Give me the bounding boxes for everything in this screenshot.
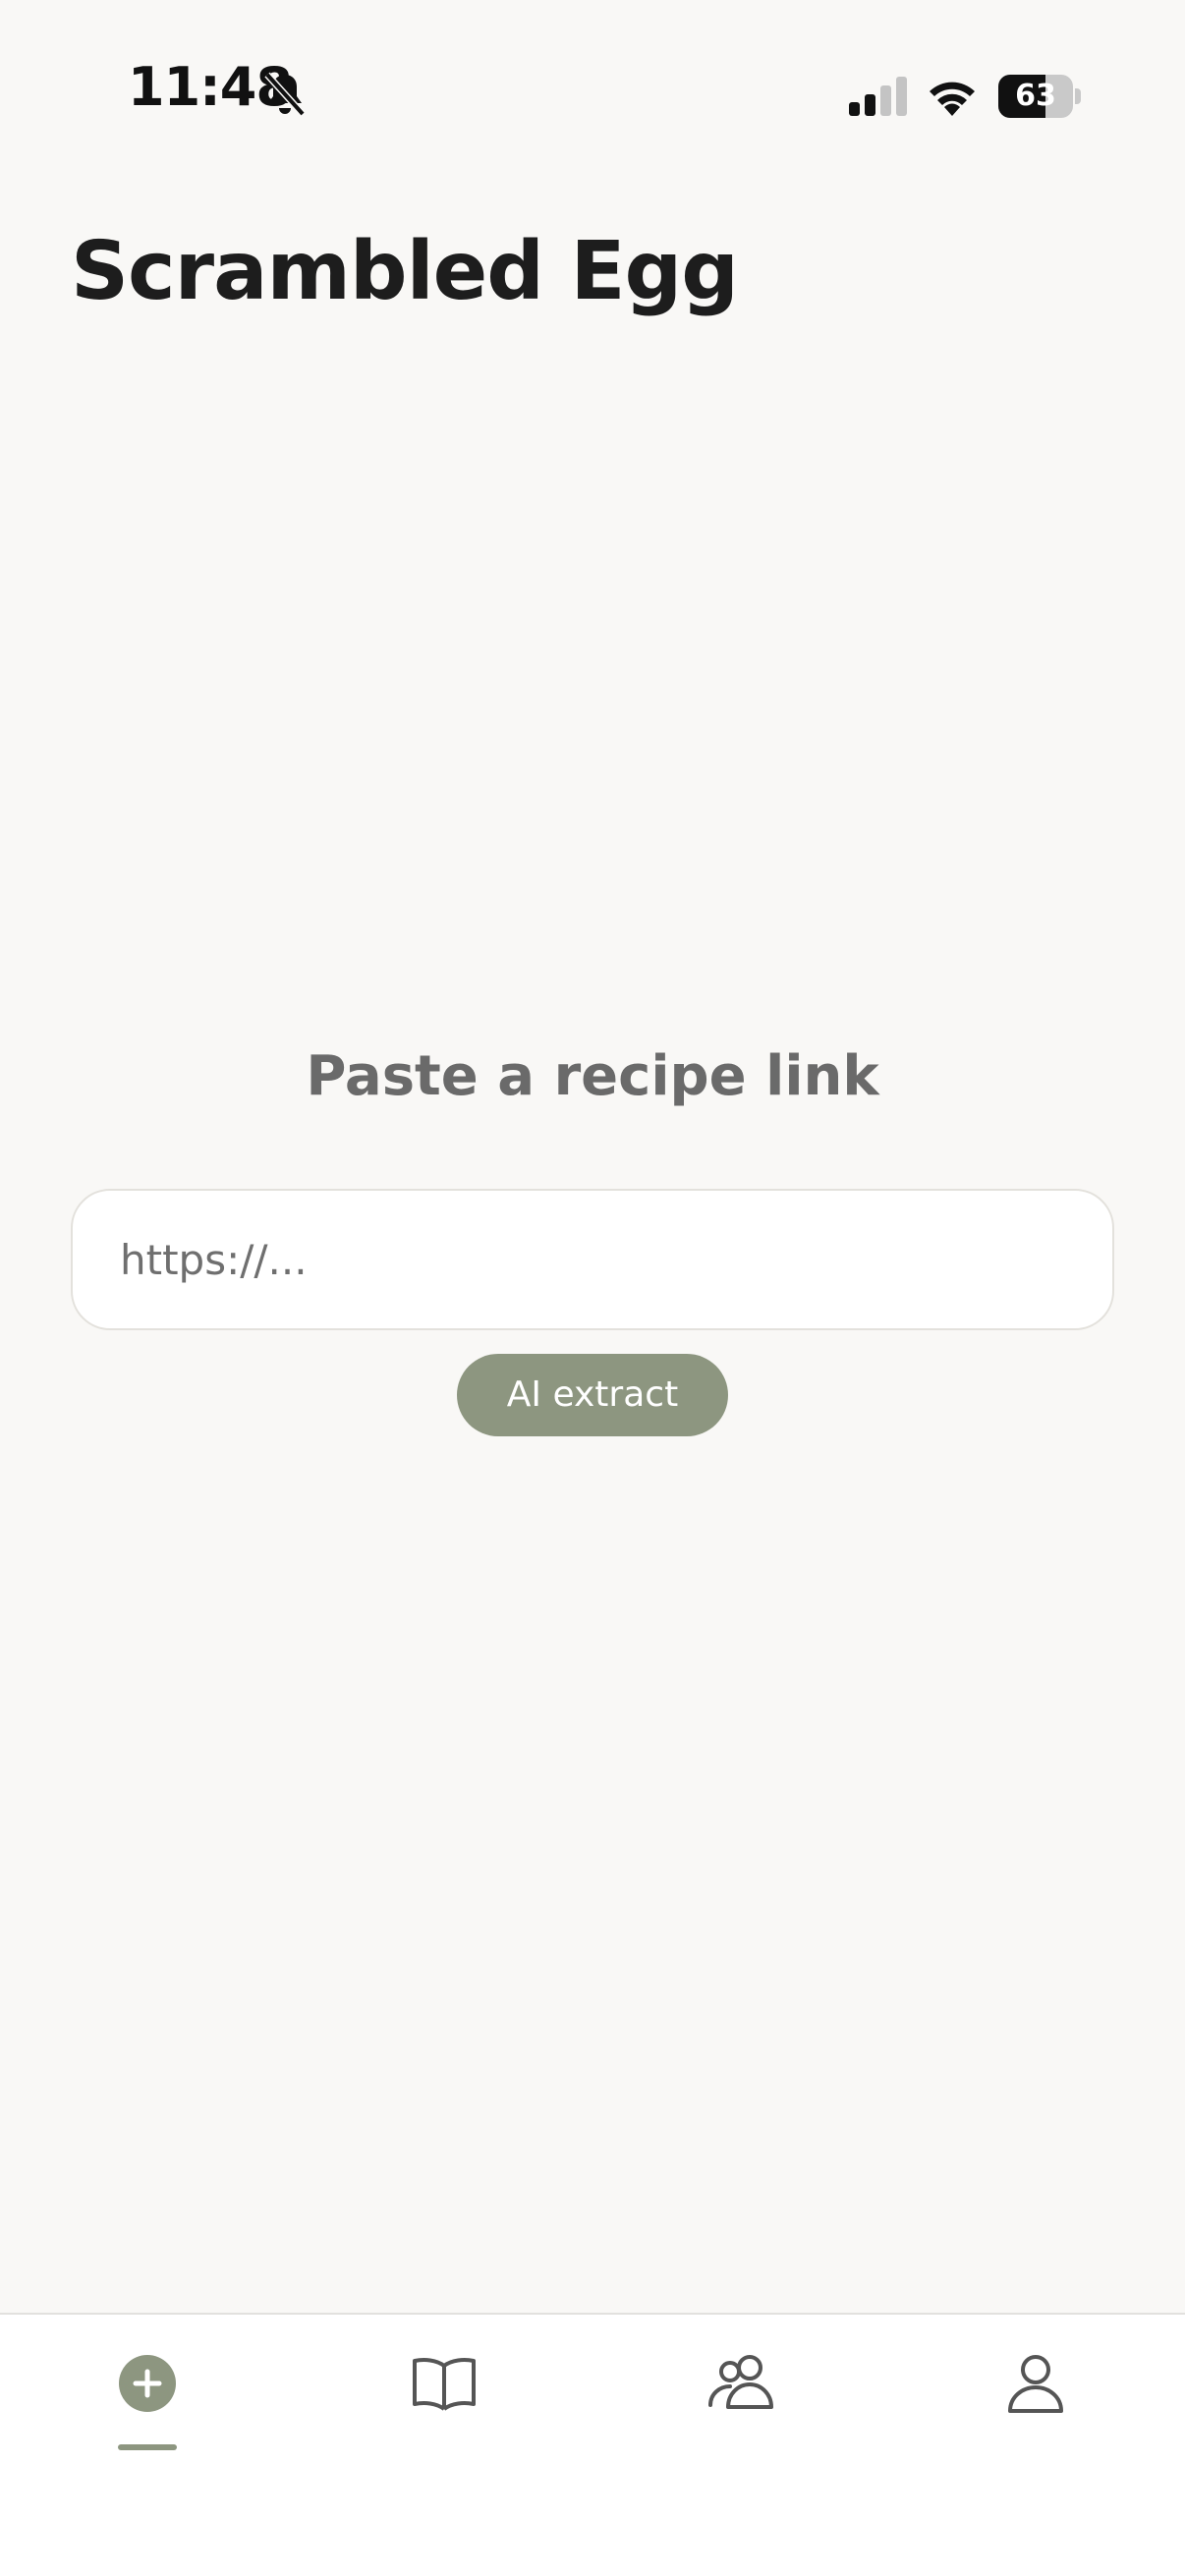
- cellular-signal-icon: [849, 77, 907, 116]
- wifi-icon: [930, 82, 975, 116]
- page-title: Scrambled Egg: [71, 225, 739, 318]
- profile-icon: [1008, 2355, 1063, 2413]
- screen: 11:48 63 Scrambled Egg Paste a recipe li…: [0, 0, 1185, 2576]
- tab-recipe-book[interactable]: [375, 2354, 513, 2472]
- tab-community[interactable]: [672, 2354, 810, 2472]
- ai-extract-button[interactable]: AI extract: [457, 1354, 728, 1436]
- tab-profile[interactable]: [967, 2354, 1104, 2472]
- battery-level: 63: [1015, 79, 1056, 113]
- book-icon: [413, 2358, 476, 2411]
- tab-add-recipe[interactable]: [79, 2354, 216, 2472]
- battery-indicator: 63: [998, 75, 1081, 118]
- people-icon: [708, 2355, 773, 2409]
- add-circle-icon: [119, 2355, 176, 2412]
- selected-tab-indicator: [118, 2444, 177, 2450]
- bell-slash-icon: [264, 72, 306, 117]
- recipe-url-input[interactable]: [71, 1189, 1114, 1330]
- tab-bar: [0, 2313, 1185, 2576]
- paste-prompt: Paste a recipe link: [306, 1044, 879, 1108]
